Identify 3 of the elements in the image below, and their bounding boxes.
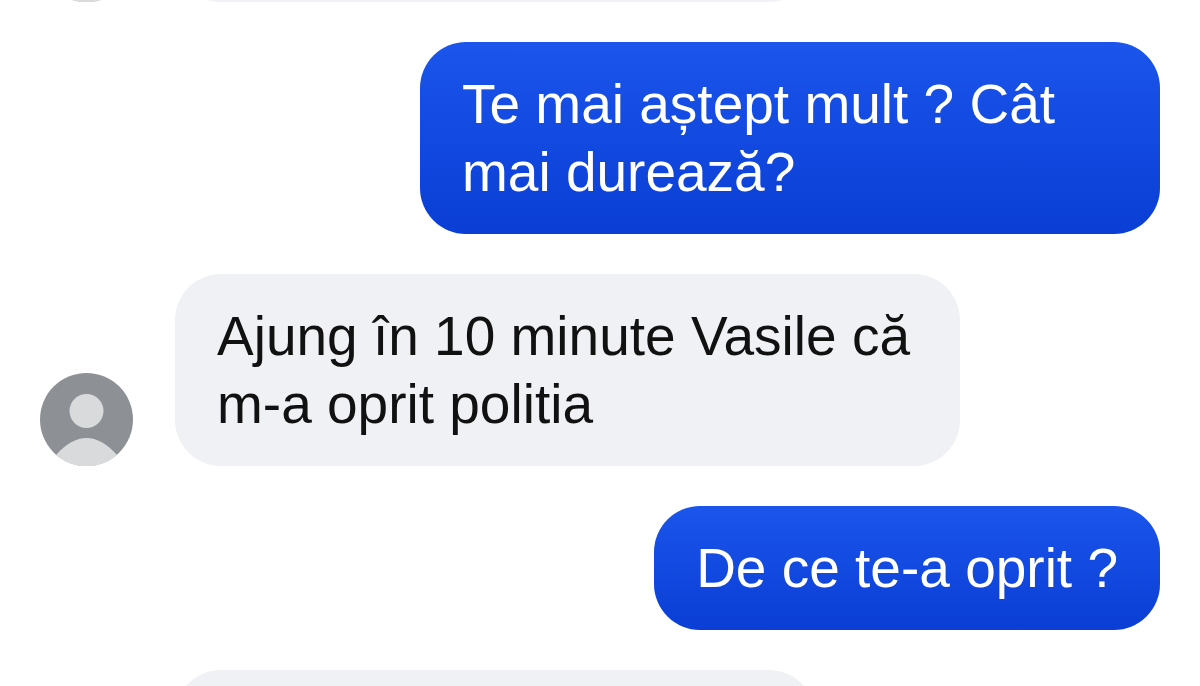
message-bubble: Te mai aștept mult ? Cât mai durează? xyxy=(420,42,1160,234)
message-bubble: De ce te-a oprit ? xyxy=(654,506,1160,630)
message-bubble: Ajung în 10 minute Vasile că m-a oprit politia xyxy=(175,274,960,466)
